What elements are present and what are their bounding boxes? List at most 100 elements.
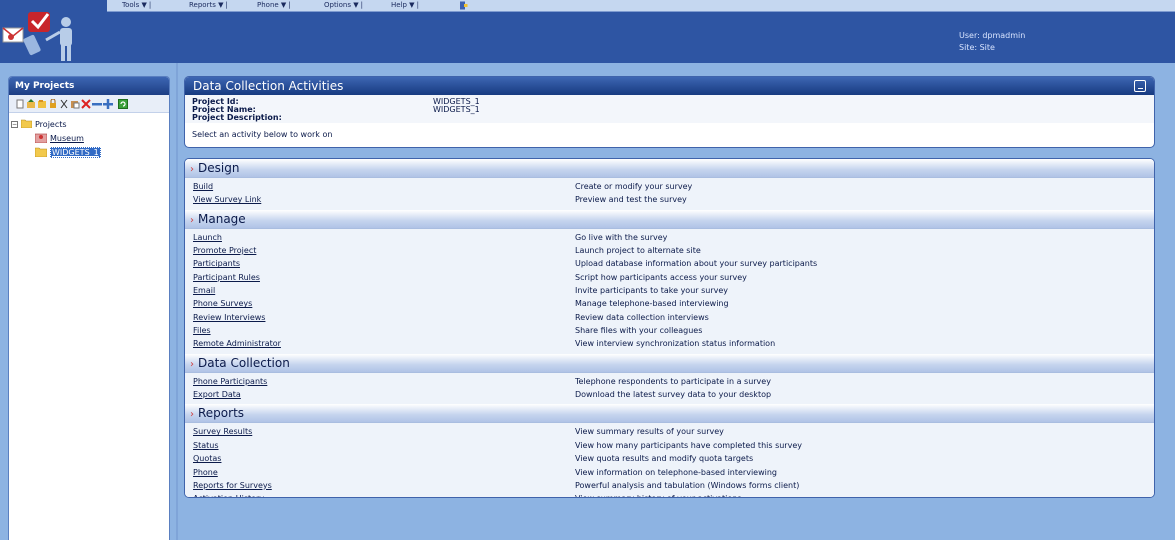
activity-row: Email Invite participants to take your su…	[185, 284, 1154, 297]
activity-description: Share files with your colleagues	[575, 326, 703, 336]
section-header-manage: › Manage	[185, 209, 1154, 229]
panel-splitter[interactable]	[176, 63, 178, 540]
activity-row: Phone View information on telephone-based…	[185, 466, 1154, 479]
activity-link[interactable]: Activation History	[193, 494, 264, 497]
activity-link[interactable]: Participants	[193, 259, 240, 268]
app-logo	[0, 10, 88, 62]
activities-panel: › Design Build Create or modify your survey…	[184, 158, 1155, 498]
activity-description: View information on telephone-based inte…	[575, 467, 777, 477]
tree-root-label: Projects	[35, 119, 67, 129]
section-title: Reports	[198, 406, 245, 421]
import-icon[interactable]	[26, 98, 36, 109]
app-header: Tools ▼ | Reports ▼ | Phone ▼ | Options ▼ | …	[0, 0, 1175, 63]
folder-icon	[20, 119, 33, 130]
activity-description: Powerful analysis and tabulation (Window…	[575, 480, 800, 490]
section-rows-data-collection: Phone Participants Telephone respondents …	[185, 372, 1154, 405]
activity-link[interactable]: Remote Administrator	[193, 339, 281, 348]
activity-description: Create or modify your survey	[575, 182, 693, 191]
panel-title-text: Data Collection Activities	[193, 79, 344, 93]
expand-icon[interactable]	[103, 98, 113, 109]
delete-icon[interactable]	[81, 98, 91, 109]
tree-item-label[interactable]: WIDGETS_1	[50, 146, 101, 158]
exit-door-icon[interactable]	[459, 1, 468, 10]
activity-link[interactable]: View Survey Link	[193, 195, 261, 204]
activity-row: Build Create or modify your survey	[185, 180, 1154, 193]
project-tree: − Projects Museum WIDGETS_1	[9, 113, 169, 163]
instruction-text: Select an activity below to work on	[192, 130, 333, 139]
activity-link[interactable]: Review Interviews	[193, 313, 265, 322]
user-info: User: dpmadmin Site: Site	[959, 30, 1025, 54]
activity-description: View interview synchronization status in…	[575, 339, 776, 349]
activity-link[interactable]: Phone	[193, 468, 218, 477]
activity-description: Script how participants access your surv…	[575, 272, 747, 282]
chevron-right-icon: ›	[190, 214, 194, 226]
new-icon[interactable]	[15, 99, 25, 109]
copy-icon[interactable]	[37, 99, 47, 109]
activity-description: View summary history of your activations	[575, 492, 741, 497]
cut-icon[interactable]	[59, 99, 69, 109]
lock-icon[interactable]	[48, 98, 58, 109]
chevron-right-icon: ›	[190, 358, 194, 370]
menu-options[interactable]: Options ▼ |	[324, 1, 363, 9]
activity-link[interactable]: Promote Project	[193, 246, 256, 255]
activity-link[interactable]: Status	[193, 441, 219, 450]
data-collection-header-panel: Data Collection Activities Project Id: WI…	[184, 76, 1155, 148]
paste-icon[interactable]	[70, 99, 80, 109]
activity-row: Phone Participants Telephone respondents …	[185, 375, 1154, 388]
projects-toolbar	[9, 95, 169, 113]
activity-link[interactable]: Build	[193, 182, 213, 191]
activity-description: Review data collection interviews	[575, 312, 709, 322]
activity-link[interactable]: Phone Participants	[193, 377, 267, 386]
activity-link[interactable]: Survey Results	[193, 427, 252, 436]
user-label: User: dpmadmin	[959, 31, 1026, 40]
menu-bar: Tools ▼ | Reports ▼ | Phone ▼ | Options ▼ | …	[107, 0, 1175, 12]
my-projects-title: My Projects	[9, 77, 169, 95]
activity-row: Survey Results View summary results of yo…	[185, 425, 1154, 438]
activity-link[interactable]: Email	[193, 286, 215, 295]
activity-description: Preview and test the survey	[575, 195, 687, 205]
tree-item-museum[interactable]: Museum	[11, 131, 167, 145]
activity-description: Manage telephone-based interviewing	[575, 299, 729, 309]
collapse-icon[interactable]	[92, 99, 102, 109]
activity-link[interactable]: Quotas	[193, 454, 221, 463]
activity-link[interactable]: Reports for Surveys	[193, 481, 272, 490]
activity-row: Export Data Download the latest survey da…	[185, 388, 1154, 401]
activity-link[interactable]: Files	[193, 326, 211, 335]
menu-tools[interactable]: Tools ▼ |	[122, 1, 151, 9]
activity-row: Quotas View quota results and modify quot…	[185, 452, 1154, 465]
my-projects-panel: My Projects − Projects Museum WIDGETS_1	[8, 76, 170, 540]
minimize-icon[interactable]	[1134, 80, 1146, 92]
activity-link[interactable]: Launch	[193, 233, 222, 242]
activity-row: Phone Surveys Manage telephone-based inte…	[185, 297, 1154, 310]
site-label: Site: Site	[959, 43, 995, 52]
section-title: Data Collection	[198, 355, 290, 370]
project-info: Project Id: WIDGETS_1 Project Name: WIDGET…	[185, 95, 1154, 123]
project-name-value: WIDGETS_1	[433, 105, 480, 114]
collapse-toggle-icon[interactable]: −	[11, 120, 18, 128]
section-rows-design: Build Create or modify your survey View Su…	[185, 178, 1154, 210]
activity-row: Activation History View summary history o…	[185, 492, 1154, 497]
activity-row: Reports for Surveys Powerful analysis and…	[185, 479, 1154, 492]
tree-item-widgets[interactable]: WIDGETS_1	[11, 145, 167, 159]
activity-row: Participant Rules Script how participants…	[185, 271, 1154, 284]
menu-help[interactable]: Help ▼ |	[391, 1, 419, 9]
activity-link[interactable]: Participant Rules	[193, 273, 260, 282]
section-title: Design	[198, 161, 240, 175]
section-title: Manage	[198, 211, 246, 226]
tree-root-projects[interactable]: − Projects	[11, 117, 167, 131]
activity-link[interactable]: Phone Surveys	[193, 299, 252, 308]
project-locked-icon	[34, 132, 48, 145]
activity-description: View summary results of your survey	[575, 427, 724, 437]
activity-description: View how many participants have complete…	[575, 440, 802, 450]
menu-reports[interactable]: Reports ▼ |	[189, 1, 228, 9]
section-rows-reports: Survey Results View summary results of yo…	[185, 423, 1154, 497]
activity-row: Review Interviews Review data collection …	[185, 311, 1154, 324]
project-folder-icon	[34, 146, 48, 159]
tree-item-label[interactable]: Museum	[50, 134, 84, 143]
activity-row: View Survey Link Preview and test the sur…	[185, 193, 1154, 206]
refresh-icon[interactable]	[118, 98, 128, 109]
menu-phone[interactable]: Phone ▼ |	[257, 1, 291, 9]
activity-row: Participants Upload database information …	[185, 257, 1154, 270]
project-description-label: Project Description:	[192, 113, 282, 122]
activity-link[interactable]: Export Data	[193, 390, 241, 399]
